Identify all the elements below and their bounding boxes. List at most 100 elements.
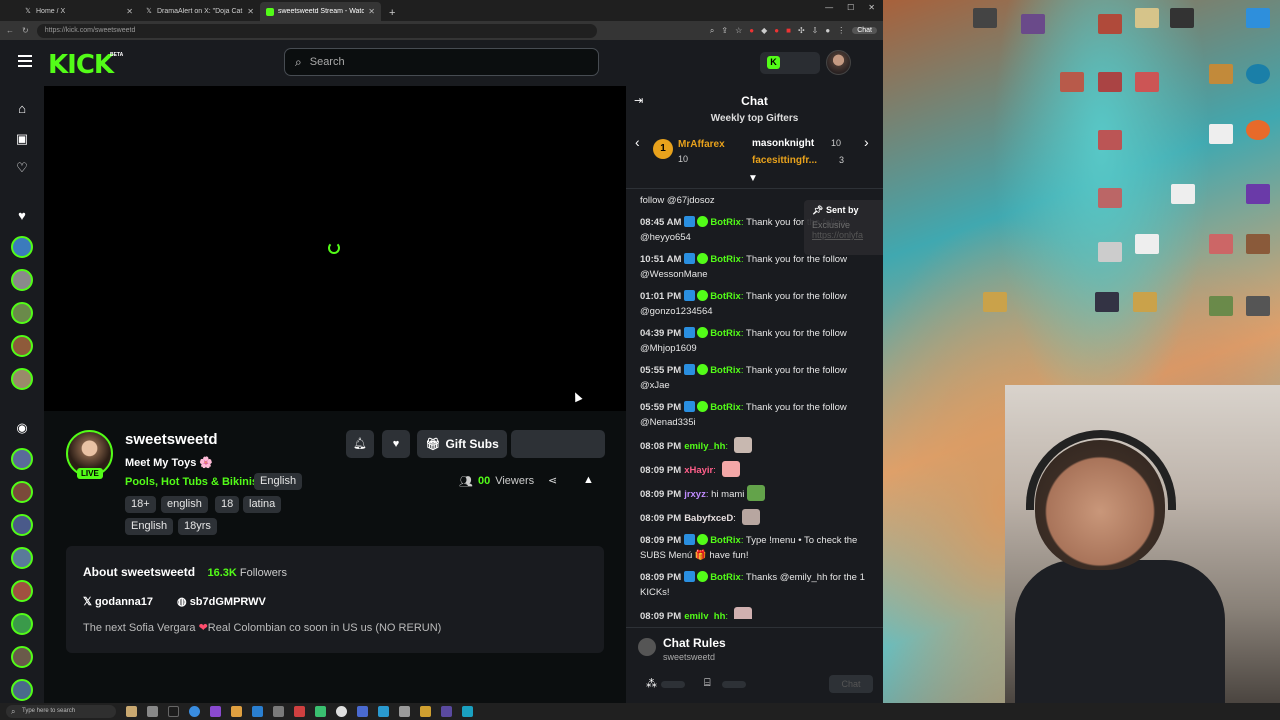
- browser-tab-dramaalert[interactable]: 𝕏 DramaAlert on X: "Doja Cat reveal... ✕: [139, 2, 260, 21]
- minimize-icon[interactable]: —: [825, 3, 833, 12]
- desktop-icon[interactable]: [983, 292, 1007, 312]
- reload-icon[interactable]: ↻: [22, 26, 29, 35]
- desktop-icon[interactable]: [1246, 234, 1270, 254]
- profile-icon[interactable]: ●: [825, 26, 830, 35]
- user-avatar[interactable]: [826, 50, 851, 75]
- message-username[interactable]: BabyfxceD: [684, 513, 733, 524]
- extension-icon[interactable]: ●: [774, 26, 779, 35]
- message-username[interactable]: BotRix: [710, 291, 741, 302]
- users-icon[interactable]: ⁂: [646, 677, 657, 690]
- maximize-icon[interactable]: ☐: [847, 3, 854, 12]
- browse-icon[interactable]: ▣: [14, 131, 30, 147]
- browser-tab-x-home[interactable]: 𝕏 Home / X ✕: [18, 2, 139, 21]
- desktop-icon[interactable]: [1135, 72, 1159, 92]
- gifter-name[interactable]: facesittingfr...: [752, 155, 817, 166]
- sidebar-channel-avatar[interactable]: [11, 448, 33, 470]
- shop-icon[interactable]: ⌸: [704, 677, 711, 690]
- tag-chip[interactable]: 18yrs: [178, 518, 217, 535]
- taskbar-app-icon[interactable]: [357, 706, 368, 717]
- desktop-icon[interactable]: [1246, 8, 1270, 28]
- expand-pinned-icon[interactable]: ▼: [748, 173, 758, 184]
- desktop-icon[interactable]: [1133, 292, 1157, 312]
- desktop-icon[interactable]: [1135, 234, 1159, 254]
- desktop-icon[interactable]: [1098, 72, 1122, 92]
- chat-rules[interactable]: Chat Rules sweetsweetd: [626, 627, 883, 667]
- close-tab-icon[interactable]: ✕: [247, 7, 254, 16]
- taskbar-app-icon[interactable]: [399, 706, 410, 717]
- message-username[interactable]: BotRix: [710, 328, 741, 339]
- desktop-icon[interactable]: [1021, 14, 1045, 34]
- streamer-name[interactable]: sweetsweetd: [125, 431, 218, 448]
- sidebar-channel-avatar[interactable]: [11, 646, 33, 668]
- zoom-icon[interactable]: ⌕: [710, 26, 714, 36]
- menu-dots-icon[interactable]: ⋮: [837, 26, 845, 35]
- sidebar-channel-avatar[interactable]: [11, 302, 33, 324]
- pinned-message[interactable]: 📌︎ Sent by Exclusive https://onlyfa: [804, 200, 883, 255]
- search-input[interactable]: [309, 56, 570, 68]
- extension-icon[interactable]: ■: [786, 26, 791, 35]
- tag-chip[interactable]: 18: [215, 496, 240, 513]
- tag-chip[interactable]: 18+: [125, 496, 156, 513]
- send-chat-button[interactable]: Chat: [829, 675, 873, 693]
- pinned-link[interactable]: https://onlyfa: [812, 230, 875, 240]
- gifter-name[interactable]: MrAffarex: [678, 139, 725, 150]
- hamburger-menu-icon[interactable]: [18, 55, 32, 67]
- close-tab-icon[interactable]: ✕: [368, 7, 375, 16]
- video-player[interactable]: [44, 86, 626, 411]
- message-username[interactable]: xHayir: [684, 465, 713, 476]
- puzzle-icon[interactable]: ✣: [798, 26, 805, 35]
- gifter-name[interactable]: masonknight: [752, 138, 814, 149]
- tag-chip[interactable]: english: [161, 496, 208, 513]
- share-icon[interactable]: ⇪: [721, 26, 728, 35]
- taskbar-app-icon[interactable]: [147, 706, 158, 717]
- desktop-icon[interactable]: [1246, 296, 1270, 316]
- taskbar-app-icon[interactable]: [273, 706, 284, 717]
- kick-logo[interactable]: KICK: [48, 50, 114, 80]
- sidebar-channel-avatar[interactable]: [11, 335, 33, 357]
- taskbar-app-icon[interactable]: [126, 706, 137, 717]
- discord-link[interactable]: ◍ sb7dGMPRWV: [177, 595, 266, 608]
- desktop-icon[interactable]: [1098, 242, 1122, 262]
- desktop-icon[interactable]: [1098, 188, 1122, 208]
- notification-bell-button[interactable]: 🔔︎: [346, 430, 374, 458]
- taskbar-app-icon[interactable]: [168, 706, 179, 717]
- taskbar-app-icon[interactable]: [189, 706, 200, 717]
- extension-icon[interactable]: ●: [749, 26, 754, 35]
- taskbar-app-icon[interactable]: [294, 706, 305, 717]
- search-bar[interactable]: ⌕: [284, 48, 599, 76]
- desktop-icon[interactable]: [1098, 130, 1122, 150]
- next-arrow-icon[interactable]: ›: [864, 134, 869, 150]
- desktop-icon[interactable]: [1171, 184, 1195, 204]
- sidebar-channel-avatar[interactable]: [11, 236, 33, 258]
- desktop-icon[interactable]: [1170, 8, 1194, 28]
- sidebar-channel-avatar[interactable]: [11, 269, 33, 291]
- desktop-icon[interactable]: [1246, 120, 1270, 140]
- desktop-icon[interactable]: [1060, 72, 1084, 92]
- tag-chip[interactable]: English: [125, 518, 174, 535]
- taskbar-app-icon[interactable]: [315, 706, 326, 717]
- desktop-icon[interactable]: [1246, 64, 1270, 84]
- desktop-icon[interactable]: [1098, 14, 1122, 34]
- following-heart-icon[interactable]: ♡: [14, 160, 30, 176]
- gift-subs-button[interactable]: 🎁︎ Gift Subs: [417, 430, 507, 458]
- close-tab-icon[interactable]: ✕: [126, 7, 133, 16]
- category-link[interactable]: Pools, Hot Tubs & Bikinis: [125, 476, 258, 488]
- taskbar-app-icon[interactable]: [210, 706, 221, 717]
- taskbar-app-icon[interactable]: [441, 706, 452, 717]
- subscribe-button[interactable]: [511, 430, 605, 458]
- taskbar-app-icon[interactable]: [420, 706, 431, 717]
- desktop-icon[interactable]: [1209, 234, 1233, 254]
- url-field[interactable]: https://kick.com/sweetsweetd: [36, 23, 597, 38]
- chat-extension-button[interactable]: Chat: [852, 27, 877, 34]
- home-icon[interactable]: ⌂: [14, 101, 30, 117]
- sidebar-channel-avatar[interactable]: [11, 547, 33, 569]
- language-chip[interactable]: English: [254, 473, 303, 490]
- sidebar-channel-avatar[interactable]: [11, 580, 33, 602]
- sidebar-channel-avatar[interactable]: [11, 481, 33, 503]
- taskbar-search[interactable]: Type here to search: [6, 705, 116, 718]
- desktop-icon[interactable]: [973, 8, 997, 28]
- taskbar-app-icon[interactable]: [252, 706, 263, 717]
- share-icon[interactable]: ⋖: [548, 474, 557, 487]
- close-window-icon[interactable]: ✕: [868, 3, 875, 12]
- message-username[interactable]: emily_hh: [684, 441, 725, 452]
